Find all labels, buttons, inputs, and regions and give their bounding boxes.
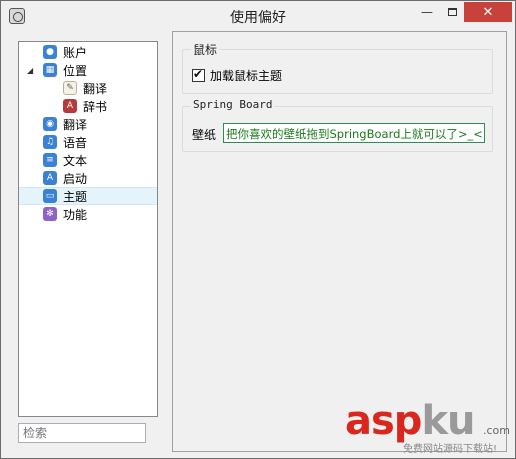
sidebar-item-features[interactable]: ✻ 功能 bbox=[19, 205, 157, 223]
user-icon: ● bbox=[43, 45, 57, 59]
sidebar-item-label: 功能 bbox=[63, 207, 88, 222]
settings-panel: 鼠标 ✔ 加载鼠标主题 Spring Board 壁纸 把你喜欢的壁纸拖到Spr… bbox=[172, 31, 507, 452]
sidebar-item-location-translate[interactable]: ✎ 翻译 bbox=[19, 79, 157, 97]
sidebar-item-dictionary[interactable]: A 辞书 bbox=[19, 97, 157, 115]
gear-icon: ✻ bbox=[43, 207, 57, 221]
building-icon: ▦ bbox=[43, 63, 57, 77]
globe-icon: ◉ bbox=[43, 117, 57, 131]
sidebar-item-label: 启动 bbox=[63, 171, 88, 186]
search-input[interactable] bbox=[18, 423, 146, 443]
sidebar-item-label: 翻译 bbox=[63, 117, 88, 132]
close-button[interactable]: ✕ bbox=[464, 2, 512, 22]
watermark-brand: aspku bbox=[345, 398, 476, 444]
sidebar-item-label: 翻译 bbox=[83, 81, 108, 96]
checkmark-icon: ✔ bbox=[193, 67, 204, 81]
preferences-window: 使用偏好 — ✕ ● 账户 ◢ ▦ 位置 ✎ 翻译 A 辞书 ◉ 翻译 ♫ 语音… bbox=[0, 0, 516, 459]
mouse-group-title: 鼠标 bbox=[191, 41, 220, 58]
wallpaper-label: 壁纸 bbox=[192, 128, 217, 142]
sidebar-item-account[interactable]: ● 账户 bbox=[19, 43, 157, 61]
translate-paper-icon: ✎ bbox=[63, 81, 77, 95]
sidebar-item-startup[interactable]: A 启动 bbox=[19, 169, 157, 187]
sidebar-panel: ● 账户 ◢ ▦ 位置 ✎ 翻译 A 辞书 ◉ 翻译 ♫ 语音 ≡ 文本 A 启… bbox=[9, 31, 172, 452]
watermark-subtitle: 免费网站源码下载站! bbox=[403, 444, 498, 455]
mouse-settings-group: 鼠标 ✔ 加载鼠标主题 bbox=[182, 41, 493, 94]
theme-window-icon: ▭ bbox=[43, 189, 57, 203]
sidebar-item-location[interactable]: ◢ ▦ 位置 bbox=[19, 61, 157, 79]
app-store-icon: A bbox=[43, 171, 57, 185]
minimize-icon: — bbox=[421, 5, 433, 19]
sidebar-item-voice[interactable]: ♫ 语音 bbox=[19, 133, 157, 151]
minimize-button[interactable]: — bbox=[414, 2, 440, 22]
dictionary-book-icon: A bbox=[63, 99, 77, 113]
springboard-group-title: Spring Board bbox=[191, 98, 275, 111]
load-mouse-theme-label: 加载鼠标主题 bbox=[210, 69, 283, 83]
sidebar-item-translate[interactable]: ◉ 翻译 bbox=[19, 115, 157, 133]
maximize-icon bbox=[447, 8, 457, 16]
wallpaper-drop-field[interactable]: 把你喜欢的壁纸拖到SpringBoard上就可以了>_< bbox=[223, 123, 485, 143]
springboard-settings-group: Spring Board 壁纸 把你喜欢的壁纸拖到SpringBoard上就可以… bbox=[182, 98, 493, 152]
sidebar-item-theme[interactable]: ▭ 主题 bbox=[19, 187, 157, 205]
sidebar-item-label: 辞书 bbox=[83, 99, 108, 114]
document-icon: ≡ bbox=[43, 153, 57, 167]
sidebar-item-label: 语音 bbox=[63, 135, 88, 150]
watermark-suffix: .com bbox=[483, 424, 510, 437]
load-mouse-theme-option[interactable]: ✔ 加载鼠标主题 bbox=[192, 67, 282, 84]
sidebar-item-label: 文本 bbox=[63, 153, 88, 168]
expand-toggle-icon[interactable]: ◢ bbox=[27, 66, 33, 75]
load-mouse-theme-checkbox[interactable]: ✔ bbox=[192, 67, 205, 82]
preferences-tree[interactable]: ● 账户 ◢ ▦ 位置 ✎ 翻译 A 辞书 ◉ 翻译 ♫ 语音 ≡ 文本 A 启… bbox=[18, 41, 158, 417]
music-note-icon: ♫ bbox=[43, 135, 57, 149]
close-icon: ✕ bbox=[482, 4, 494, 20]
sidebar-item-label: 账户 bbox=[63, 45, 88, 60]
maximize-button[interactable] bbox=[440, 2, 464, 22]
sidebar-item-label: 位置 bbox=[63, 63, 88, 78]
watermark-logo: aspku .com 免费网站源码下载站! bbox=[345, 398, 510, 455]
title-bar[interactable]: 使用偏好 — ✕ bbox=[1, 1, 515, 31]
sidebar-item-label: 主题 bbox=[63, 189, 88, 204]
sidebar-item-text[interactable]: ≡ 文本 bbox=[19, 151, 157, 169]
